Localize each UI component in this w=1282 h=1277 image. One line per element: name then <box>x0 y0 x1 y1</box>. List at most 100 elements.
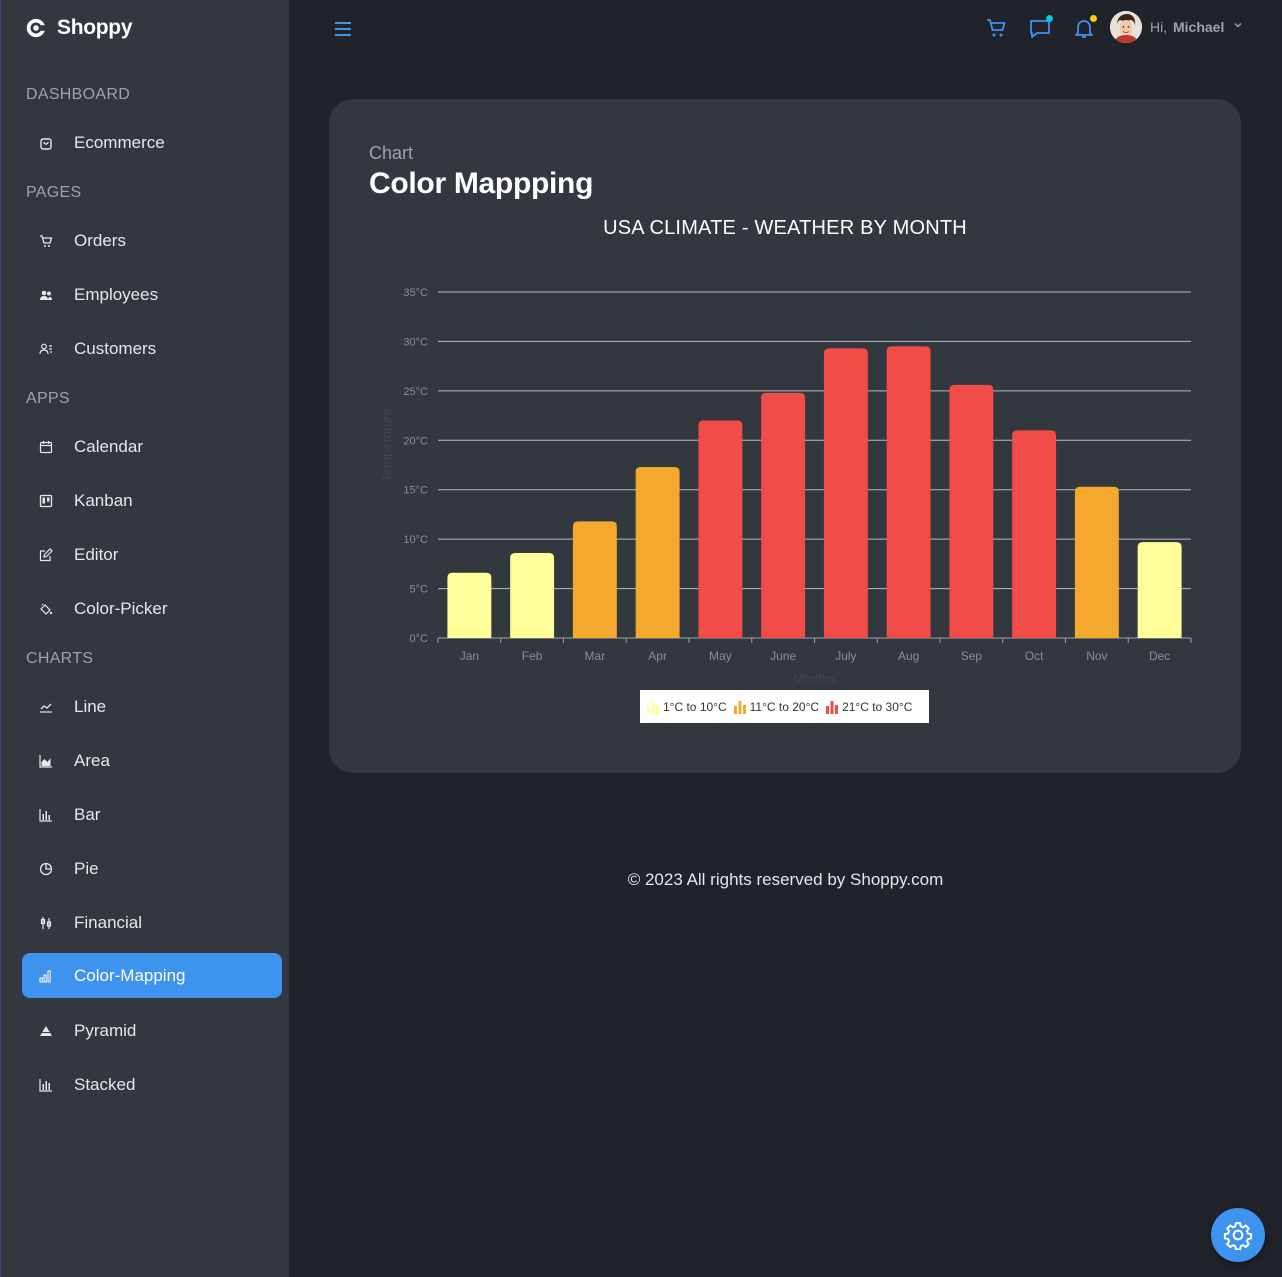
sidebar-item-line[interactable]: Line <box>22 684 282 729</box>
people-icon <box>38 287 54 303</box>
sidebar-item-orders[interactable]: Orders <box>22 218 282 263</box>
bar <box>572 521 617 638</box>
sidebar-item-label: Stacked <box>74 1074 136 1094</box>
section-title-charts: CHARTS <box>26 650 94 667</box>
avatar[interactable] <box>1110 11 1142 43</box>
y-tick-label: 20°C <box>403 435 428 447</box>
bar <box>1074 486 1119 638</box>
y-tick-label: 30°C <box>403 336 428 348</box>
shoppy-logo-icon <box>26 18 45 38</box>
y-tick-label: 5°C <box>410 584 429 596</box>
legend-swatch-icon <box>733 700 746 714</box>
footer-text: © 2023 All rights reserved by Shoppy.com <box>627 870 944 889</box>
sidebar-item-label: Employees <box>74 284 159 304</box>
x-tick-label: Mar <box>585 649 606 663</box>
legend-item[interactable]: 21°C to 30°C <box>825 700 912 714</box>
gear-icon <box>1223 1222 1253 1250</box>
menu-icon[interactable] <box>333 19 353 39</box>
sidebar-item-pyramid[interactable]: Pyramid <box>22 1008 282 1053</box>
chevron-down-icon[interactable] <box>1233 20 1243 30</box>
sidebar-item-label: Customers <box>74 338 157 358</box>
area-chart-icon <box>38 753 54 769</box>
signal-bars-icon <box>38 968 54 984</box>
section-title-dashboard: DASHBOARD <box>26 86 131 103</box>
x-tick-label: Jan <box>460 649 479 663</box>
bar <box>1012 430 1057 638</box>
brand-name: Shoppy <box>57 16 133 39</box>
sidebar-item-kanban[interactable]: Kanban <box>22 478 282 523</box>
edit-icon <box>38 547 54 563</box>
x-axis-title: Months <box>793 671 836 686</box>
sidebar-item-label: Pie <box>74 858 99 878</box>
x-tick-label: Apr <box>648 649 667 663</box>
settings-button[interactable] <box>1211 1208 1265 1262</box>
sidebar-item-customers[interactable]: Customers <box>22 326 282 371</box>
bar <box>510 552 555 638</box>
x-tick-label: Oct <box>1025 649 1044 663</box>
calendar-icon <box>38 439 54 455</box>
sidebar-item-label: Bar <box>74 804 101 824</box>
legend-item[interactable]: 1°C to 10°C <box>646 700 727 714</box>
brand-logo[interactable]: Shoppy <box>25 16 133 40</box>
sidebar: Shoppy DASHBOARD Ecommerce PAGES Orders … <box>0 0 289 1277</box>
legend-swatch-icon <box>647 700 659 714</box>
legend-item[interactable]: 11°C to 20°C <box>733 700 819 714</box>
bar <box>823 348 868 638</box>
sidebar-item-label: Financial <box>74 912 143 932</box>
bar <box>949 384 994 638</box>
sidebar-item-bar[interactable]: Bar <box>22 792 282 837</box>
contacts-icon <box>38 341 54 357</box>
sidebar-item-editor[interactable]: Editor <box>22 532 282 577</box>
y-axis-title: Temperature <box>379 409 394 482</box>
y-tick-label: 25°C <box>403 386 428 398</box>
sidebar-item-ecommerce[interactable]: Ecommerce <box>22 120 282 165</box>
x-tick-label: Sep <box>961 649 983 663</box>
sidebar-item-label: Color-Picker <box>74 598 168 618</box>
greeting-text: Hi, <box>1150 19 1168 35</box>
bar <box>447 572 492 638</box>
chat-notification-dot <box>1046 15 1053 22</box>
legend-label: 21°C to 30°C <box>842 699 913 714</box>
cart-icon[interactable] <box>985 16 1009 40</box>
sidebar-item-label: Pyramid <box>74 1020 137 1040</box>
kanban-icon <box>38 493 54 509</box>
y-tick-label: 35°C <box>403 287 428 299</box>
sidebar-item-label: Area <box>74 750 110 770</box>
x-tick-label: Nov <box>1086 649 1107 663</box>
sidebar-item-financial[interactable]: Financial <box>22 900 282 945</box>
sidebar-item-pie[interactable]: Pie <box>22 846 282 891</box>
paint-bucket-icon <box>38 601 54 617</box>
line-chart-icon <box>38 699 54 715</box>
sidebar-item-color-picker[interactable]: Color-Picker <box>22 586 282 631</box>
sidebar-item-area[interactable]: Area <box>22 738 282 783</box>
legend-swatch-icon <box>826 700 839 714</box>
y-tick-label: 10°C <box>403 534 428 546</box>
sidebar-item-label: Line <box>74 696 107 716</box>
pie-chart-icon <box>38 861 54 877</box>
legend-label: 1°C to 10°C <box>663 699 727 714</box>
sidebar-item-label: Color-Mapping <box>74 965 186 985</box>
y-tick-label: 0°C <box>410 633 429 645</box>
bar <box>635 466 680 638</box>
chart-card: Chart Color Mappping USA CLIMATE - WEATH… <box>329 99 1241 773</box>
bar <box>761 392 806 638</box>
user-name[interactable]: Michael <box>1173 19 1224 35</box>
sidebar-item-stacked[interactable]: Stacked <box>22 1062 282 1107</box>
chart-legend: 1°C to 10°C 11°C to 20°C 21°C to 30°C <box>640 690 929 723</box>
x-tick-label: July <box>835 649 856 663</box>
stacked-chart-icon <box>38 1077 54 1093</box>
sidebar-item-employees[interactable]: Employees <box>22 272 282 317</box>
bar <box>1137 542 1182 638</box>
section-title-pages: PAGES <box>26 184 82 201</box>
financial-icon <box>38 915 54 931</box>
x-tick-label: Aug <box>898 649 919 663</box>
bar-chart-icon <box>38 807 54 823</box>
sidebar-item-color-mapping[interactable]: Color-Mapping <box>22 953 282 998</box>
color-mapping-chart: 0°C 5°C 10°C 15°C 20°C 25°C 30°C 35°C Jan Feb Mar A… <box>379 287 1192 686</box>
cart-icon <box>38 233 54 249</box>
y-tick-label: 15°C <box>403 485 428 497</box>
legend-label: 11°C to 20°C <box>749 699 820 714</box>
bar <box>698 420 743 638</box>
sidebar-item-label: Ecommerce <box>74 132 165 152</box>
sidebar-item-calendar[interactable]: Calendar <box>22 424 282 469</box>
